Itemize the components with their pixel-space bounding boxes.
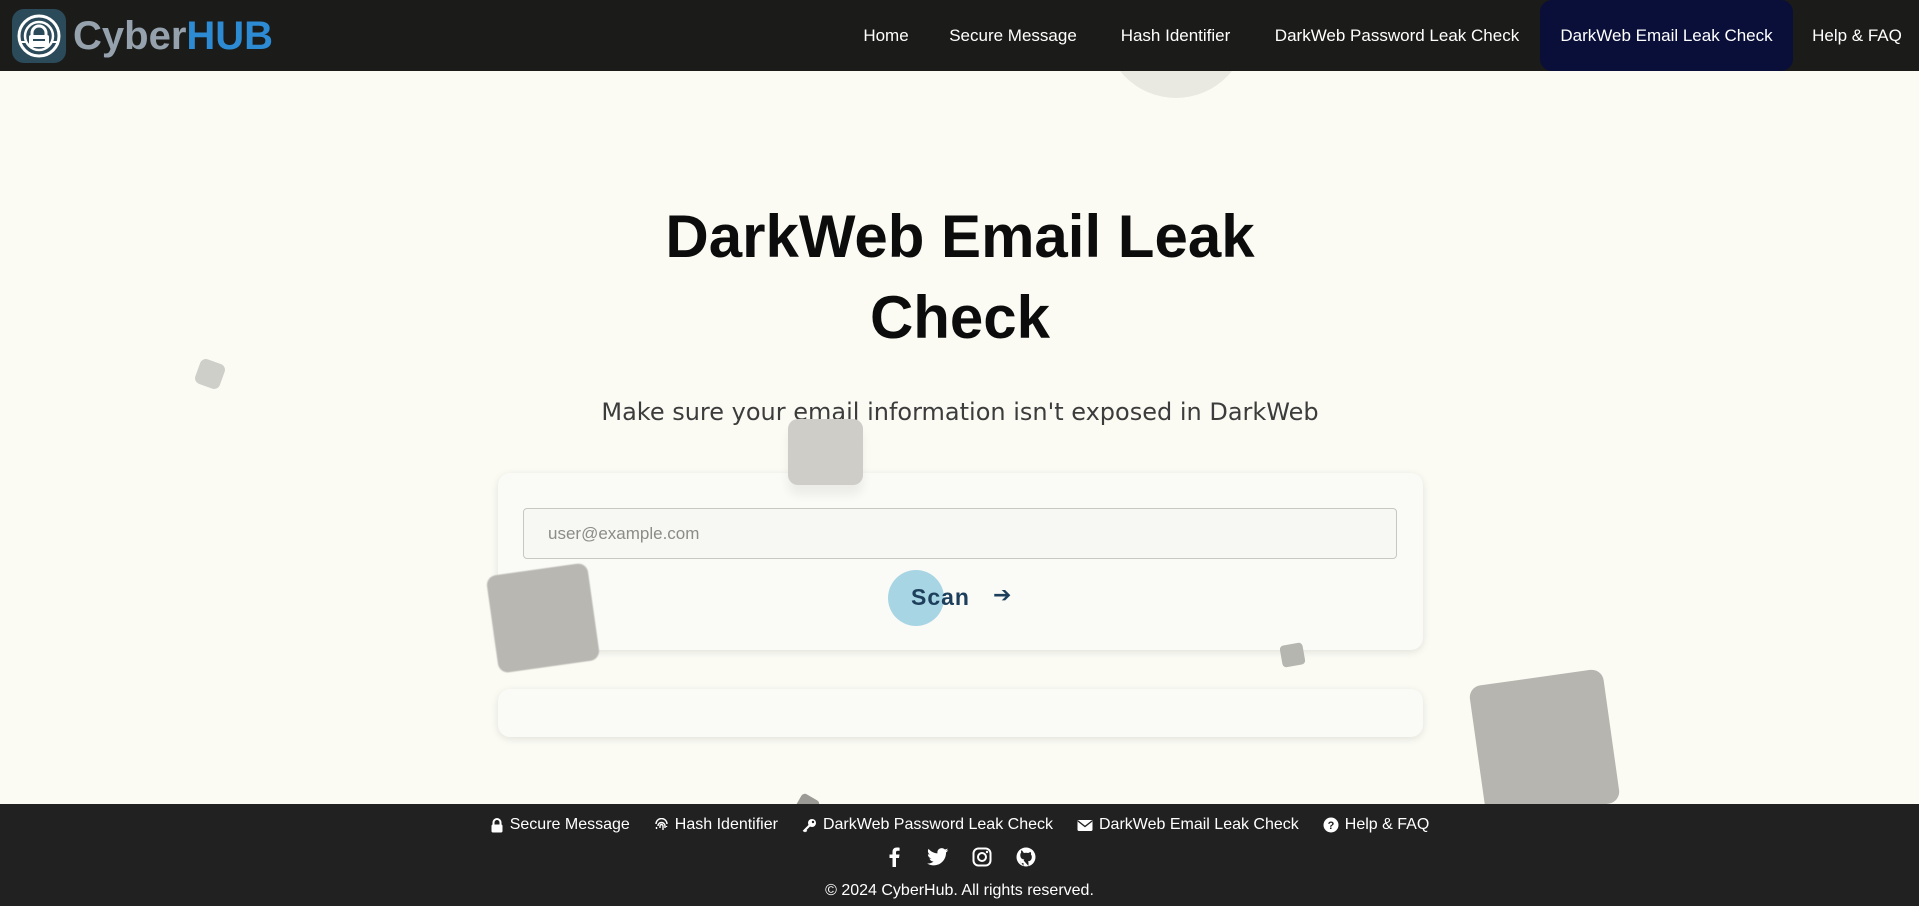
scan-results-panel bbox=[498, 689, 1423, 737]
page-subtitle: Make sure your email information isn't e… bbox=[601, 398, 1319, 426]
brand-name: CyberHUB bbox=[73, 13, 274, 58]
nav-hash-identifier[interactable]: Hash Identifier bbox=[1118, 0, 1233, 71]
nav-secure-message[interactable]: Secure Message bbox=[948, 0, 1078, 71]
nav-help-faq[interactable]: Help & FAQ bbox=[1812, 0, 1902, 71]
fingerprint-icon bbox=[654, 817, 669, 833]
footer-link-help-faq[interactable]: ? Help & FAQ bbox=[1323, 816, 1429, 834]
github-icon[interactable] bbox=[1015, 846, 1037, 868]
brand-logo[interactable]: CyberHUB bbox=[12, 9, 273, 63]
scan-button[interactable]: Scan ➔ bbox=[888, 570, 1028, 626]
copyright-text: © 2024 CyberHub. All rights reserved. bbox=[825, 882, 1094, 899]
footer-link-darkweb-password-leak-check[interactable]: DarkWeb Password Leak Check bbox=[802, 816, 1053, 834]
svg-text:?: ? bbox=[1327, 820, 1334, 832]
key-icon bbox=[802, 818, 817, 833]
page-title: DarkWeb Email Leak Check bbox=[665, 203, 1255, 351]
instagram-icon[interactable] bbox=[971, 846, 993, 868]
question-circle-icon: ? bbox=[1323, 817, 1339, 833]
envelope-icon bbox=[1077, 819, 1093, 832]
facebook-icon[interactable] bbox=[883, 846, 905, 868]
footer-link-secure-message[interactable]: Secure Message bbox=[490, 816, 630, 834]
email-input[interactable] bbox=[523, 508, 1397, 559]
decorative-square bbox=[193, 357, 227, 391]
shield-lock-icon bbox=[12, 9, 66, 63]
nav-darkweb-email-leak-check[interactable]: DarkWeb Email Leak Check bbox=[1540, 0, 1793, 71]
decorative-square bbox=[1279, 642, 1306, 668]
lock-icon bbox=[490, 817, 504, 833]
site-footer: Secure Message Hash Identifier DarkWeb P… bbox=[0, 804, 1919, 906]
footer-link-hash-identifier[interactable]: Hash Identifier bbox=[654, 816, 778, 834]
twitter-icon[interactable] bbox=[926, 846, 949, 868]
arrow-right-icon: ➔ bbox=[993, 583, 1012, 608]
scan-button-label: Scan bbox=[911, 584, 970, 610]
scan-form-card: Scan ➔ bbox=[498, 473, 1423, 650]
decorative-square bbox=[1468, 668, 1621, 821]
social-links bbox=[0, 846, 1919, 868]
decorative-square bbox=[788, 419, 863, 485]
footer-link-darkweb-email-leak-check[interactable]: DarkWeb Email Leak Check bbox=[1077, 816, 1299, 834]
footer-nav: Secure Message Hash Identifier DarkWeb P… bbox=[0, 816, 1919, 834]
nav-home[interactable]: Home bbox=[862, 0, 910, 71]
nav-darkweb-password-leak-check[interactable]: DarkWeb Password Leak Check bbox=[1273, 0, 1521, 71]
top-navbar: CyberHUB Home Secure Message Hash Identi… bbox=[0, 0, 1919, 71]
decorative-square bbox=[485, 562, 601, 674]
